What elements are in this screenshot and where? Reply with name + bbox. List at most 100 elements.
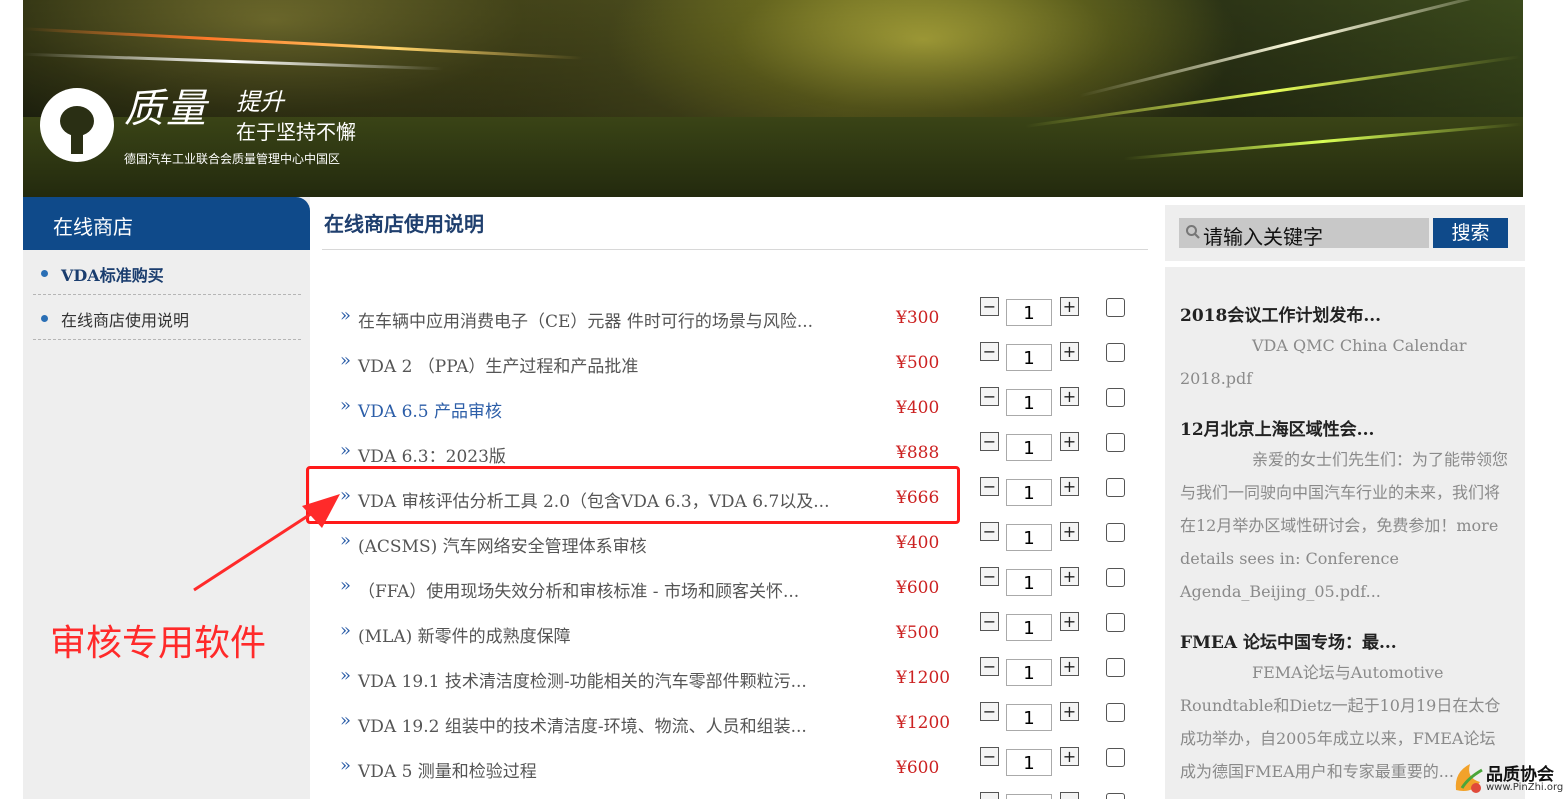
qty-minus-button[interactable]: −: [980, 567, 999, 586]
product-row: » VDA 6.5 产品审核 ¥400 − 1 +: [322, 387, 1142, 432]
select-checkbox[interactable]: [1106, 298, 1125, 317]
light-streak: [1079, 0, 1517, 98]
product-price: ¥300: [896, 308, 940, 328]
qty-input[interactable]: 1: [1006, 524, 1052, 551]
product-price: ¥888: [896, 443, 940, 463]
raquo-icon: »: [340, 755, 352, 776]
news-panel: 2018会议工作计划发布... VDA QMC China Calendar 2…: [1165, 267, 1525, 799]
news-title-link[interactable]: 12月北京上海区域性会...: [1180, 415, 1374, 440]
search-icon: [1186, 225, 1200, 239]
product-price: ¥1200: [896, 713, 951, 733]
qty-minus-button[interactable]: −: [980, 432, 999, 451]
qty-plus-button[interactable]: [1060, 792, 1079, 799]
search-placeholder: 请输入关键字: [1203, 225, 1323, 249]
qty-minus-button[interactable]: −: [980, 702, 999, 721]
qty-input[interactable]: 1: [1006, 344, 1052, 371]
product-name-link[interactable]: VDA 5 测量和检验过程: [358, 757, 537, 782]
brand-upgrade: 提升: [236, 88, 284, 116]
select-checkbox[interactable]: [1106, 658, 1125, 677]
watermark-logo: 品质协会 www.PinZhi.org: [1450, 758, 1568, 799]
product-row: » （FFA）使用现场失效分析和审核标准 - 市场和顾客关怀... ¥600 −…: [322, 567, 1142, 612]
qty-plus-button[interactable]: +: [1060, 702, 1079, 721]
brand-subtitle: 德国汽车工业联合会质量管理中心中国区: [124, 152, 341, 166]
product-name-link[interactable]: (ACSMS) 汽车网络安全管理体系审核: [358, 532, 647, 557]
qty-plus-button[interactable]: +: [1060, 567, 1079, 586]
select-checkbox[interactable]: [1106, 478, 1125, 497]
qty-minus-button[interactable]: −: [980, 657, 999, 676]
qty-minus-button[interactable]: [980, 792, 999, 799]
news-title-link[interactable]: FMEA 论坛中国专场：最...: [1180, 628, 1397, 653]
product-name-link[interactable]: VDA 6.5 产品审核: [358, 397, 502, 422]
search-input[interactable]: 请输入关键字: [1179, 218, 1429, 249]
qty-minus-button[interactable]: −: [980, 522, 999, 541]
qty-input[interactable]: 1: [1006, 569, 1052, 596]
sidebar-header: 在线商店: [23, 197, 310, 250]
qty-minus-button[interactable]: −: [980, 387, 999, 406]
watermark-url: www.PinZhi.org: [1486, 782, 1564, 793]
qty-minus-button[interactable]: −: [980, 297, 999, 316]
qty-minus-button[interactable]: −: [980, 747, 999, 766]
sidebar-item-label: 在线商店使用说明: [61, 311, 190, 330]
bullet-icon: [41, 270, 48, 277]
qty-plus-button[interactable]: +: [1060, 387, 1079, 406]
news-body: VDA QMC China Calendar 2018.pdf: [1180, 336, 1467, 388]
product-name-link[interactable]: VDA 6.3：2023版: [358, 442, 506, 467]
qty-plus-button[interactable]: +: [1060, 297, 1079, 316]
qty-plus-button[interactable]: +: [1060, 612, 1079, 631]
qty-plus-button[interactable]: +: [1060, 432, 1079, 451]
qty-input[interactable]: 1: [1006, 299, 1052, 326]
qty-minus-button[interactable]: −: [980, 612, 999, 631]
product-row: » VDA 19.2 组装中的技术清洁度-环境、物流、人员和组装... ¥120…: [322, 702, 1142, 747]
logo-icon: [40, 88, 114, 162]
qty-minus-button[interactable]: −: [980, 477, 999, 496]
qty-input[interactable]: 1: [1006, 749, 1052, 776]
raquo-icon: »: [340, 395, 352, 416]
brand-tagline: 在于坚持不懈: [236, 120, 356, 144]
raquo-icon: »: [340, 665, 352, 686]
select-checkbox[interactable]: [1106, 388, 1125, 407]
sidebar-item-shop-guide[interactable]: 在线商店使用说明: [33, 295, 301, 340]
qty-input[interactable]: 1: [1006, 389, 1052, 416]
qty-plus-button[interactable]: +: [1060, 522, 1079, 541]
select-checkbox[interactable]: [1106, 703, 1125, 722]
product-row-partial: [322, 792, 1142, 799]
qty-input[interactable]: [1006, 794, 1052, 799]
product-name-link[interactable]: (MLA) 新零件的成熟度保障: [358, 622, 571, 647]
select-checkbox[interactable]: [1106, 343, 1125, 362]
qty-plus-button[interactable]: +: [1060, 747, 1079, 766]
qty-plus-button[interactable]: +: [1060, 477, 1079, 496]
product-name-link[interactable]: VDA 19.1 技术清洁度检测-功能相关的汽车零部件颗粒污...: [358, 667, 807, 692]
qty-plus-button[interactable]: +: [1060, 657, 1079, 676]
qty-plus-button[interactable]: +: [1060, 342, 1079, 361]
raquo-icon: »: [340, 350, 352, 371]
product-name-link[interactable]: 在车辆中应用消费电子（CE）元器 件时可行的场景与风险...: [358, 307, 813, 332]
raquo-icon: »: [340, 440, 352, 461]
product-row: » VDA 2 （PPA）生产过程和产品批准 ¥500 − 1 +: [322, 342, 1142, 387]
bullet-icon: [41, 315, 48, 322]
select-checkbox[interactable]: [1106, 793, 1125, 799]
product-name-link[interactable]: VDA 2 （PPA）生产过程和产品批准: [358, 352, 638, 377]
sidebar-item-vda-purchase[interactable]: VDA标准购买: [33, 250, 301, 295]
qty-input[interactable]: 1: [1006, 434, 1052, 461]
qty-input[interactable]: 1: [1006, 614, 1052, 641]
select-checkbox[interactable]: [1106, 523, 1125, 542]
product-row: » VDA 5 测量和检验过程 ¥600 − 1 +: [322, 747, 1142, 792]
product-name-link[interactable]: VDA 19.2 组装中的技术清洁度-环境、物流、人员和组装...: [358, 712, 807, 737]
sidebar-header-label: 在线商店: [53, 215, 133, 239]
qty-input[interactable]: 1: [1006, 659, 1052, 686]
annotation-label: 审核专用软件: [50, 623, 267, 664]
select-checkbox[interactable]: [1106, 613, 1125, 632]
news-title-link[interactable]: 2018会议工作计划发布...: [1180, 301, 1381, 326]
header-banner: 质量 提升 在于坚持不懈 德国汽车工业联合会质量管理中心中国区: [23, 0, 1523, 197]
qty-minus-button[interactable]: −: [980, 342, 999, 361]
qty-input[interactable]: 1: [1006, 479, 1052, 506]
search-panel: 请输入关键字 搜索: [1165, 205, 1525, 261]
qty-input[interactable]: 1: [1006, 704, 1052, 731]
product-name-link[interactable]: （FFA）使用现场失效分析和审核标准 - 市场和顾客关怀...: [358, 577, 799, 602]
select-checkbox[interactable]: [1106, 748, 1125, 767]
product-price: ¥600: [896, 578, 940, 598]
select-checkbox[interactable]: [1106, 568, 1125, 587]
search-button[interactable]: 搜索: [1433, 218, 1508, 248]
select-checkbox[interactable]: [1106, 433, 1125, 452]
product-price: ¥500: [896, 623, 940, 643]
